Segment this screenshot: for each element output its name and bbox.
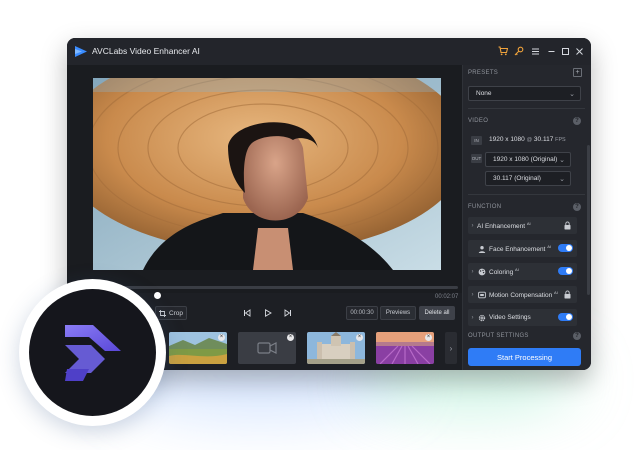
minimize-icon[interactable] (544, 44, 558, 58)
palette-icon (477, 267, 486, 276)
remove-thumbnail-icon[interactable]: × (287, 334, 294, 341)
crop-label: Crop (168, 309, 184, 317)
chevron-right-icon: › (471, 268, 474, 275)
face-enhancement-toggle[interactable] (558, 244, 573, 252)
lock-icon (564, 221, 571, 230)
maximize-icon[interactable] (558, 44, 572, 58)
function-label: Coloring (489, 269, 514, 277)
function-label: Face Enhancement (489, 246, 546, 254)
divider (468, 108, 585, 109)
cart-icon[interactable] (496, 44, 510, 58)
gear-icon (477, 313, 486, 322)
output-settings-title: OUTPUT SETTINGS (468, 333, 529, 339)
close-icon[interactable] (572, 44, 586, 58)
add-preset-icon[interactable]: + (573, 68, 582, 77)
previous-frame-icon[interactable] (242, 308, 252, 318)
next-frame-icon[interactable] (283, 308, 293, 318)
function-item-face-enhancement[interactable]: Face Enhancement AI (468, 240, 577, 257)
function-label: Video Settings (489, 314, 531, 321)
crop-button[interactable]: Crop (155, 306, 187, 320)
previews-button[interactable]: Previews (380, 306, 416, 320)
output-help-icon[interactable]: ? (573, 332, 581, 340)
timeline-playhead[interactable] (154, 292, 161, 299)
function-label: AI Enhancement (477, 223, 526, 231)
video-help-icon[interactable]: ? (573, 117, 581, 125)
output-fps-select[interactable]: 30.117 (Original) ⌄ (485, 171, 571, 186)
menu-icon[interactable] (528, 44, 542, 58)
chevron-down-icon: ⌄ (569, 91, 575, 98)
thumbnail-landscape[interactable]: × (169, 332, 227, 364)
output-resolution-value: 1920 x 1080 (Original) (493, 156, 558, 163)
settings-panel: PRESETS + None ⌄ VIDEO ? IN 1920 x 1080 … (462, 65, 591, 370)
lock-icon (564, 290, 571, 299)
chevron-down-icon: ⌄ (559, 176, 565, 183)
motion-icon (477, 290, 486, 299)
coloring-toggle[interactable] (558, 267, 573, 275)
remove-thumbnail-icon[interactable]: × (425, 334, 432, 341)
play-icon[interactable] (263, 308, 273, 318)
in-label: IN (471, 136, 482, 145)
panel-scrollbar[interactable] (587, 145, 590, 295)
crop-icon (158, 309, 166, 317)
app-logo-icon (65, 325, 121, 381)
function-help-icon[interactable]: ? (573, 203, 581, 211)
remove-thumbnail-icon[interactable]: × (218, 334, 225, 341)
function-title: FUNCTION (468, 204, 502, 210)
timeline-track[interactable] (93, 286, 458, 289)
output-resolution-select[interactable]: 1920 x 1080 (Original) ⌄ (485, 152, 571, 167)
total-time: 00:02:07 (435, 294, 459, 300)
thumbnail-church[interactable]: × (307, 332, 365, 364)
chevron-right-icon: › (471, 222, 474, 229)
app-badge (19, 279, 166, 426)
preview-image (93, 78, 441, 270)
face-icon (477, 244, 486, 253)
presets-title: PRESETS (468, 70, 499, 76)
function-item-video-settings[interactable]: › Video Settings (468, 309, 577, 326)
thumbnail-next-icon[interactable]: › (445, 332, 457, 364)
function-item-coloring[interactable]: › Coloring AI (468, 263, 577, 280)
start-processing-button[interactable]: Start Processing (468, 348, 581, 366)
delete-all-button[interactable]: Delete all (419, 306, 455, 320)
chevron-right-icon: › (471, 291, 474, 298)
preview-area (67, 65, 462, 293)
video-settings-toggle[interactable] (558, 313, 573, 321)
app-title: AVCLabs Video Enhancer AI (92, 46, 200, 56)
thumbnail-video-placeholder[interactable]: × (238, 332, 296, 364)
presets-select[interactable]: None ⌄ (468, 86, 581, 101)
video-title: VIDEO (468, 118, 489, 124)
out-label: OUT (471, 154, 482, 163)
divider (468, 194, 585, 195)
thumbnail-lavender-field[interactable]: × (376, 332, 434, 364)
current-time-field[interactable]: 00:00:30 (346, 306, 378, 320)
output-fps-value: 30.117 (Original) (493, 175, 541, 182)
function-item-ai-enhancement[interactable]: › AI Enhancement AI (468, 217, 577, 234)
chevron-right-icon: › (471, 314, 474, 321)
presets-value: None (476, 90, 492, 97)
app-logo-icon (75, 46, 87, 57)
remove-thumbnail-icon[interactable]: × (356, 334, 363, 341)
title-bar: AVCLabs Video Enhancer AI (67, 38, 591, 65)
chevron-down-icon: ⌄ (559, 157, 565, 164)
function-label: Motion Compensation (489, 292, 553, 300)
key-icon[interactable] (512, 44, 526, 58)
input-video-info: 1920 x 1080 @ 30.117 FPS (489, 136, 566, 143)
function-item-motion-compensation[interactable]: › Motion Compensation AI (468, 286, 577, 303)
